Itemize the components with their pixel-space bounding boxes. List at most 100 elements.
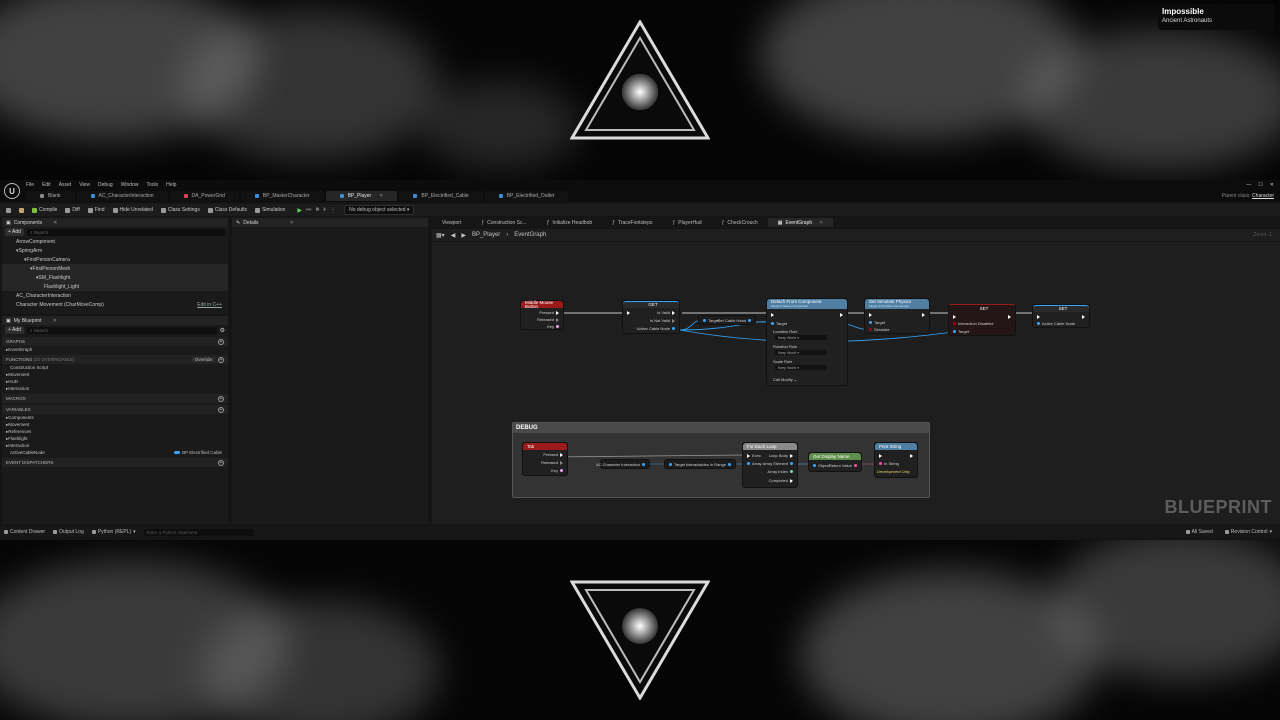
- node-print-string[interactable]: Print String In String Development Only: [874, 442, 918, 478]
- scale-rule-dropdown[interactable]: Keep World ▾: [775, 365, 827, 370]
- settings-gear-icon[interactable]: ⚙: [220, 327, 225, 334]
- override-dropdown[interactable]: Override: [191, 357, 215, 362]
- tab-trace-footsteps[interactable]: ƒ TraceFootsteps: [602, 218, 662, 227]
- doc-tab-bp-electrified-cable[interactable]: BP_Electrified_Cable: [399, 191, 483, 201]
- debug-object-select[interactable]: No debug object selected ▾: [344, 205, 415, 215]
- graphs-section[interactable]: GRAPHS +: [2, 337, 228, 346]
- python-console-selector[interactable]: Python (REPL) ▾: [91, 529, 136, 535]
- component-item[interactable]: ▾ SpringArm: [2, 246, 228, 255]
- minimize-icon[interactable]: —: [1246, 182, 1251, 188]
- functions-section[interactable]: FUNCTIONS (23 OVERRIDABLE) Override +: [2, 355, 228, 364]
- node-detach-from-component[interactable]: Detach From Component Target is Scene Com…: [766, 298, 848, 386]
- add-variable-icon[interactable]: +: [218, 406, 224, 413]
- function-category[interactable]: ▸ Movement: [2, 371, 228, 378]
- doc-tab-da-powergrid[interactable]: DA_PowerGrid: [169, 191, 239, 201]
- save-button[interactable]: [6, 207, 11, 213]
- node-tab-key[interactable]: Tab Pressed Released Key: [522, 442, 568, 476]
- doc-tab-bp-master-character[interactable]: BP_MasterCharacter: [240, 191, 324, 201]
- graph-item-eventgraph[interactable]: ▸ EventGraph: [2, 346, 228, 353]
- component-item[interactable]: ▾ FirstPersonCamera: [2, 255, 228, 264]
- compile-button[interactable]: Compile: [32, 207, 57, 213]
- menu-file[interactable]: File: [26, 182, 34, 188]
- close-tab-icon[interactable]: ✕: [379, 193, 383, 199]
- add-member-button[interactable]: + Add: [5, 326, 24, 334]
- variable-category[interactable]: ▸ Flashlight: [2, 435, 228, 442]
- variable-item-active-cable-node[interactable]: ActiveCableNode BP Electrified Cable: [2, 449, 228, 456]
- variable-category[interactable]: ▸ References: [2, 428, 228, 435]
- my-blueprint-search-input[interactable]: ⌕ Search: [26, 326, 217, 334]
- class-defaults-button[interactable]: Class Defaults: [207, 207, 247, 213]
- component-item[interactable]: ArrowComponent: [2, 237, 228, 246]
- breadcrumb-root[interactable]: BP_Player: [472, 232, 500, 238]
- maximize-icon[interactable]: ☐: [1258, 182, 1262, 188]
- doc-tab-bp-player[interactable]: BP_Player ✕: [325, 191, 398, 201]
- tab-player-hud[interactable]: ƒ PlayerHud: [663, 218, 712, 227]
- add-dispatcher-icon[interactable]: +: [218, 459, 224, 466]
- eject-icon[interactable]: ⏵: [323, 207, 326, 214]
- function-item[interactable]: Construction Script: [2, 364, 228, 371]
- variable-category[interactable]: ▸ Movement: [2, 421, 228, 428]
- menu-edit[interactable]: Edit: [42, 182, 51, 188]
- node-set-active-cable-node[interactable]: SET Active Cable Node: [1032, 304, 1090, 328]
- tab-eventgraph[interactable]: ▦ EventGraph ✕: [767, 218, 834, 227]
- variables-section[interactable]: VARIABLES +: [2, 405, 228, 414]
- event-graph-canvas[interactable]: Middle Mouse Button Pressed Released Key…: [432, 242, 1280, 524]
- close-window-icon[interactable]: ✕: [1270, 182, 1274, 188]
- tab-construction-script[interactable]: ƒ Construction Sc...: [471, 218, 536, 227]
- macros-section[interactable]: MACROS +: [2, 394, 228, 403]
- close-panel-icon[interactable]: ✕: [53, 318, 57, 324]
- doc-tab-ac-character-interaction[interactable]: AC_CharacterInteraction: [76, 191, 168, 201]
- hide-unrelated-button[interactable]: Hide Unrelated: [112, 207, 153, 213]
- breadcrumb-graph[interactable]: EventGraph: [514, 232, 546, 238]
- all-saved-indicator[interactable]: All Saved: [1185, 529, 1213, 535]
- content-drawer-button[interactable]: Content Drawer: [4, 529, 45, 535]
- node-get-cable-head[interactable]: Target Get Cable Head: [698, 315, 756, 325]
- add-component-button[interactable]: + Add: [5, 228, 24, 236]
- components-search-input[interactable]: ⌕ Search: [26, 228, 225, 236]
- menu-view[interactable]: View: [79, 182, 90, 188]
- component-item[interactable]: Flashlight_Light: [2, 282, 228, 292]
- node-ac-character-interaction[interactable]: AC Character Interaction: [596, 459, 650, 469]
- edit-in-cpp-link[interactable]: Edit in C++: [197, 302, 222, 308]
- revision-control-button[interactable]: Revision Control ▾: [1224, 529, 1272, 535]
- node-set-simulate-physics[interactable]: Set Simulate Physics Target is Primitive …: [864, 298, 930, 334]
- close-tab-icon[interactable]: ✕: [819, 220, 823, 226]
- browse-button[interactable]: [19, 207, 24, 213]
- menu-debug[interactable]: Debug: [98, 182, 113, 188]
- play-icon[interactable]: ▶: [297, 207, 302, 214]
- node-for-each-loop[interactable]: For Each Loop Exec Loop Body Array Array…: [742, 442, 798, 488]
- class-settings-button[interactable]: Class Settings: [160, 207, 200, 213]
- location-rule-dropdown[interactable]: Keep World ▾: [775, 335, 827, 340]
- python-command-input[interactable]: Enter a Python statement: [143, 528, 254, 536]
- diff-button[interactable]: Diff: [65, 207, 80, 213]
- menu-window[interactable]: Window: [121, 182, 139, 188]
- output-log-button[interactable]: Output Log: [53, 529, 84, 535]
- variable-category[interactable]: ▸ Components: [2, 414, 228, 421]
- event-dispatchers-section[interactable]: EVENT DISPATCHERS +: [2, 458, 228, 467]
- node-get-display-name[interactable]: Get Display Name Object Return Value: [808, 452, 862, 472]
- component-item[interactable]: Character Movement (CharMoveComp) Edit in…: [2, 300, 228, 309]
- menu-asset[interactable]: Asset: [59, 182, 72, 188]
- parent-class-link[interactable]: Character: [1252, 193, 1274, 199]
- graph-options-icon[interactable]: ▦▾: [436, 232, 445, 239]
- close-panel-icon[interactable]: ✕: [53, 220, 57, 226]
- step-icon[interactable]: ⏭: [306, 207, 311, 214]
- add-function-icon[interactable]: +: [218, 356, 224, 363]
- node-set-interaction-disabled[interactable]: SET Interaction Disabled Target: [948, 304, 1016, 336]
- component-item[interactable]: ▾ SM_Flashlight: [2, 273, 228, 283]
- unreal-logo-icon[interactable]: U: [4, 183, 20, 199]
- tab-viewport[interactable]: Viewport: [432, 218, 471, 227]
- back-arrow-icon[interactable]: ◀: [451, 232, 456, 239]
- node-get-active-cable-node[interactable]: GET Is Valid Is Not Valid Active Cable N…: [622, 300, 680, 334]
- tab-initialize-headbob[interactable]: ƒ Initialize Headbob: [537, 218, 603, 227]
- stop-icon[interactable]: ■: [315, 207, 319, 213]
- doc-tab-blank[interactable]: Blank: [26, 191, 75, 201]
- menu-help[interactable]: Help: [166, 182, 176, 188]
- function-category[interactable]: ▸ Interaction: [2, 385, 228, 392]
- add-macro-icon[interactable]: +: [218, 395, 224, 402]
- more-options-icon[interactable]: ⋮: [330, 207, 336, 214]
- variable-category[interactable]: ▸ Interaction: [2, 442, 228, 449]
- tab-check-crouch[interactable]: ƒ CheckCrouch: [712, 218, 768, 227]
- add-graph-icon[interactable]: +: [218, 338, 224, 345]
- menu-tools[interactable]: Tools: [146, 182, 158, 188]
